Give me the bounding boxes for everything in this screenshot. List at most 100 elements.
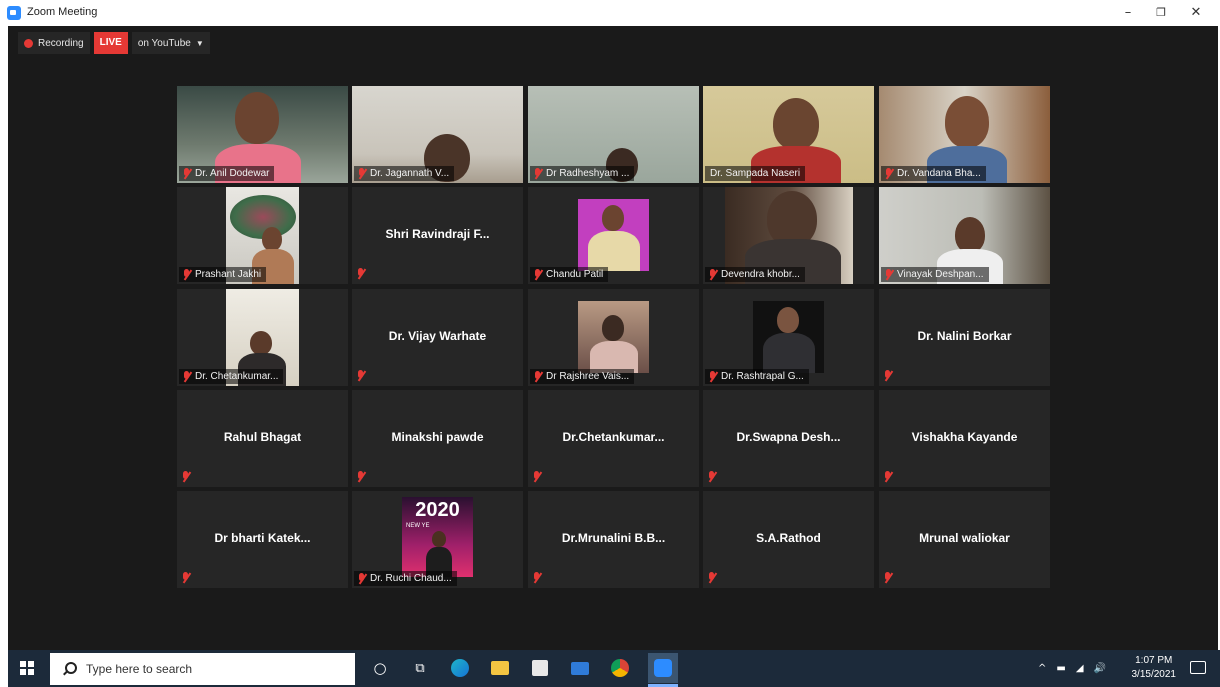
participant-name: Dr.Mrunalini B.B... bbox=[561, 531, 666, 545]
windows-start-icon[interactable] bbox=[20, 661, 34, 675]
muted-mic-icon bbox=[533, 269, 543, 281]
participant-name: Minakshi pawde bbox=[391, 430, 484, 444]
edge-icon[interactable] bbox=[448, 656, 472, 680]
participant-tile[interactable]: Mrunal waliokar bbox=[879, 491, 1050, 588]
participant-tile[interactable]: Dr. Jagannath V... bbox=[352, 86, 523, 183]
participant-name: Dr. Vijay Warhate bbox=[388, 329, 487, 343]
participant-name: Vishakha Kayande bbox=[911, 430, 1018, 444]
participant-tile[interactable]: Dr.Swapna Desh... bbox=[703, 390, 874, 487]
stream-label: on YouTube bbox=[137, 37, 191, 49]
participant-tile[interactable]: Dr. Vandana Bha... bbox=[879, 86, 1050, 183]
participant-tile[interactable]: Devendra khobr... bbox=[703, 187, 874, 284]
poster-tagline: NEW YE bbox=[406, 523, 430, 529]
participant-name: Dr. Rashtrapal G... bbox=[705, 369, 809, 384]
muted-mic-icon bbox=[883, 572, 893, 584]
muted-mic-icon bbox=[181, 572, 191, 584]
video-feed: 2020 NEW YE bbox=[402, 497, 473, 577]
participant-tile[interactable]: Dr. Chetankumar... bbox=[177, 289, 348, 386]
video-feed bbox=[578, 199, 649, 271]
video-feed bbox=[578, 301, 649, 373]
participant-name: Dr.Swapna Desh... bbox=[736, 430, 841, 444]
participant-tile[interactable]: Minakshi pawde bbox=[352, 390, 523, 487]
chevron-down-icon: ▼ bbox=[195, 38, 204, 48]
clock[interactable]: 1:07 PM 3/15/2021 bbox=[1132, 654, 1177, 682]
participant-name: Dr Radheshyam ... bbox=[530, 166, 635, 181]
live-badge[interactable]: LIVE bbox=[93, 32, 128, 54]
participant-name: Dr Rajshree Vais... bbox=[530, 369, 635, 384]
task-view-icon[interactable]: ⧉ bbox=[408, 656, 432, 680]
recording-label: Recording bbox=[38, 37, 84, 49]
mail-icon[interactable] bbox=[568, 656, 592, 680]
participant-tile[interactable]: Dr. Rashtrapal G... bbox=[703, 289, 874, 386]
participant-name: Shri Ravindraji F... bbox=[385, 227, 490, 241]
participant-name: Dr. Jagannath V... bbox=[354, 166, 455, 181]
muted-mic-icon bbox=[708, 371, 718, 383]
recording-indicator[interactable]: Recording bbox=[18, 32, 90, 54]
restore-button[interactable]: ❐ bbox=[1141, 2, 1181, 24]
participant-tile[interactable]: Dr Rajshree Vais... bbox=[528, 289, 699, 386]
zoom-app-icon bbox=[7, 6, 21, 20]
participant-name: Dr.Chetankumar... bbox=[562, 430, 665, 444]
chevron-up-icon[interactable]: ^ bbox=[1038, 663, 1046, 674]
muted-mic-icon bbox=[182, 269, 192, 281]
cortana-icon[interactable]: ○ bbox=[368, 656, 392, 680]
search-input[interactable] bbox=[86, 662, 346, 676]
taskbar-search-box[interactable] bbox=[50, 653, 355, 685]
participant-name: Dr. Chetankumar... bbox=[179, 369, 284, 384]
participant-tile[interactable]: S.A.Rathod bbox=[703, 491, 874, 588]
participant-tile[interactable]: Dr.Mrunalini B.B... bbox=[528, 491, 699, 588]
store-icon[interactable] bbox=[528, 656, 552, 680]
title-bar: Zoom Meeting – ❐ ✕ bbox=[0, 0, 1220, 26]
participant-name: Rahul Bhagat bbox=[223, 430, 302, 444]
participant-name: Prashant Jakhi bbox=[179, 267, 267, 282]
participant-name: Dr. Anil Dodewar bbox=[179, 166, 275, 181]
participant-tile[interactable]: Dr. Nalini Borkar bbox=[879, 289, 1050, 386]
chrome-icon[interactable] bbox=[608, 656, 632, 680]
participant-tile[interactable]: 2020 NEW YE Dr. Ruchi Chaud... bbox=[352, 491, 523, 588]
participant-tile[interactable]: Dr. Vijay Warhate bbox=[352, 289, 523, 386]
participant-tile[interactable]: Dr.Chetankumar... bbox=[528, 390, 699, 487]
participant-tile[interactable]: Rahul Bhagat bbox=[177, 390, 348, 487]
wifi-icon[interactable]: ◢ bbox=[1076, 663, 1084, 674]
poster-year: 2020 bbox=[415, 499, 460, 521]
muted-mic-icon bbox=[356, 471, 366, 483]
participant-tile[interactable]: Dr. Anil Dodewar bbox=[177, 86, 348, 183]
battery-icon[interactable]: ▬ bbox=[1056, 663, 1065, 674]
zoom-icon[interactable] bbox=[648, 653, 678, 683]
video-feed bbox=[753, 301, 824, 373]
muted-mic-icon bbox=[533, 168, 543, 180]
participant-tile[interactable]: Shri Ravindraji F... bbox=[352, 187, 523, 284]
muted-mic-icon bbox=[883, 471, 893, 483]
participant-tile-active-speaker[interactable]: Dr. Sampada Naseri bbox=[703, 86, 874, 183]
participant-tile[interactable]: Chandu Patil bbox=[528, 187, 699, 284]
participant-name: Dr bharti Katek... bbox=[214, 531, 311, 545]
participant-tile[interactable]: Dr Radheshyam ... bbox=[528, 86, 699, 183]
system-tray: ^ ▬ ◢ 🔊 bbox=[1038, 650, 1106, 687]
participant-name: Dr. Sampada Naseri bbox=[705, 166, 806, 181]
search-icon bbox=[62, 662, 77, 676]
participant-tile[interactable]: Vishakha Kayande bbox=[879, 390, 1050, 487]
recording-bar: Recording LIVE on YouTube ▼ bbox=[18, 32, 210, 54]
muted-mic-icon bbox=[182, 168, 192, 180]
participant-tile[interactable]: Vinayak Deshpan... bbox=[879, 187, 1050, 284]
youtube-stream-dropdown[interactable]: on YouTube ▼ bbox=[131, 32, 210, 54]
window-title: Zoom Meeting bbox=[27, 6, 98, 18]
notification-icon[interactable] bbox=[1190, 661, 1206, 674]
participant-name: Dr. Ruchi Chaud... bbox=[354, 571, 457, 586]
meeting-area: Recording LIVE on YouTube ▼ Dr. Anil Dod… bbox=[8, 26, 1218, 650]
muted-mic-icon bbox=[356, 268, 366, 280]
volume-icon[interactable]: 🔊 bbox=[1094, 663, 1106, 674]
participant-name: Dr. Vandana Bha... bbox=[881, 166, 986, 181]
muted-mic-icon bbox=[883, 370, 893, 382]
record-dot-icon bbox=[24, 38, 33, 48]
participant-tile[interactable]: Prashant Jakhi bbox=[177, 187, 348, 284]
file-explorer-icon[interactable] bbox=[488, 656, 512, 680]
clock-time: 1:07 PM bbox=[1135, 655, 1173, 666]
participant-tile[interactable]: Dr bharti Katek... bbox=[177, 491, 348, 588]
muted-mic-icon bbox=[533, 371, 543, 383]
muted-mic-icon bbox=[181, 471, 191, 483]
participant-name: Chandu Patil bbox=[530, 267, 609, 282]
close-button[interactable]: ✕ bbox=[1176, 2, 1216, 24]
muted-mic-icon bbox=[884, 269, 894, 281]
taskbar: ○ ⧉ ^ ▬ ◢ 🔊 1:07 PM 3/15/2021 bbox=[8, 650, 1220, 687]
